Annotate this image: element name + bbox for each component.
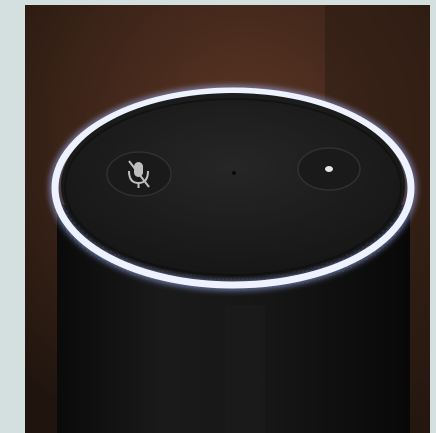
action-button[interactable]	[297, 147, 361, 191]
center-mic-hole	[232, 171, 236, 175]
action-dot-icon	[325, 166, 333, 172]
image-frame	[0, 0, 436, 433]
microphone-off-button[interactable]	[106, 151, 172, 197]
speaker-photo	[25, 5, 430, 433]
speaker-illustration	[25, 5, 430, 433]
